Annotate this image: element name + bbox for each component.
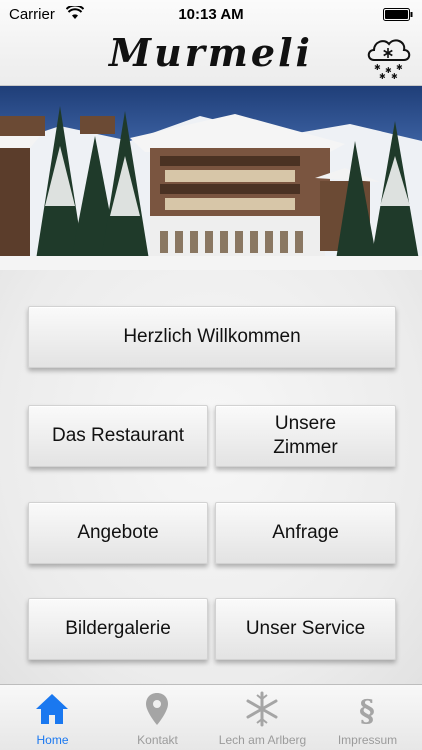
tab-home-label: Home <box>36 733 69 747</box>
snowflake-icon <box>246 691 278 727</box>
tab-bar: Home Kontakt Lech am Arlberg § Impressum <box>0 684 422 750</box>
svg-text:§: § <box>359 694 375 727</box>
app-logo: Murmeli <box>109 30 313 75</box>
menu-area: Herzlich Willkommen Das Restaurant Unser… <box>0 270 422 684</box>
rooms-button[interactable]: Unsere Zimmer <box>215 405 396 467</box>
tab-home[interactable]: Home <box>0 685 105 750</box>
battery-icon <box>383 8 413 21</box>
tab-impressum-label: Impressum <box>337 733 398 747</box>
status-bar: Carrier 10:13 AM <box>0 0 422 28</box>
svg-text:✱: ✱ <box>391 72 398 80</box>
tab-lech-am-arlberg[interactable]: Lech am Arlberg <box>210 685 315 750</box>
tab-contact[interactable]: Kontakt <box>105 685 210 750</box>
snow-cloud-icon[interactable]: ✱ ✱ ✱ ✱ ✱ <box>364 32 412 80</box>
gallery-button[interactable]: Bildergalerie <box>28 598 208 660</box>
welcome-button[interactable]: Herzlich Willkommen <box>28 306 396 368</box>
service-button[interactable]: Unser Service <box>215 598 396 660</box>
app-header: Carrier 10:13 AM Murmeli ✱ ✱ ✱ ✱ ✱ <box>0 0 422 86</box>
status-time: 10:13 AM <box>178 6 244 23</box>
restaurant-button[interactable]: Das Restaurant <box>28 405 208 467</box>
svg-text:✱: ✱ <box>379 72 386 80</box>
inquiry-button[interactable]: Anfrage <box>215 502 396 564</box>
home-icon <box>36 694 68 724</box>
svg-text:✱: ✱ <box>396 63 403 72</box>
tab-lech-label: Lech am Arlberg <box>218 733 307 747</box>
offers-button[interactable]: Angebote <box>28 502 208 564</box>
hotel-hero-image <box>0 86 422 270</box>
rooms-button-label: Unsere Zimmer <box>273 413 338 458</box>
location-pin-icon <box>146 693 168 725</box>
paragraph-icon: § <box>359 694 375 727</box>
tab-impressum[interactable]: § Impressum <box>315 685 420 750</box>
tab-contact-label: Kontakt <box>137 733 178 747</box>
svg-text:✱: ✱ <box>374 63 381 72</box>
hotel-photo <box>0 106 422 270</box>
